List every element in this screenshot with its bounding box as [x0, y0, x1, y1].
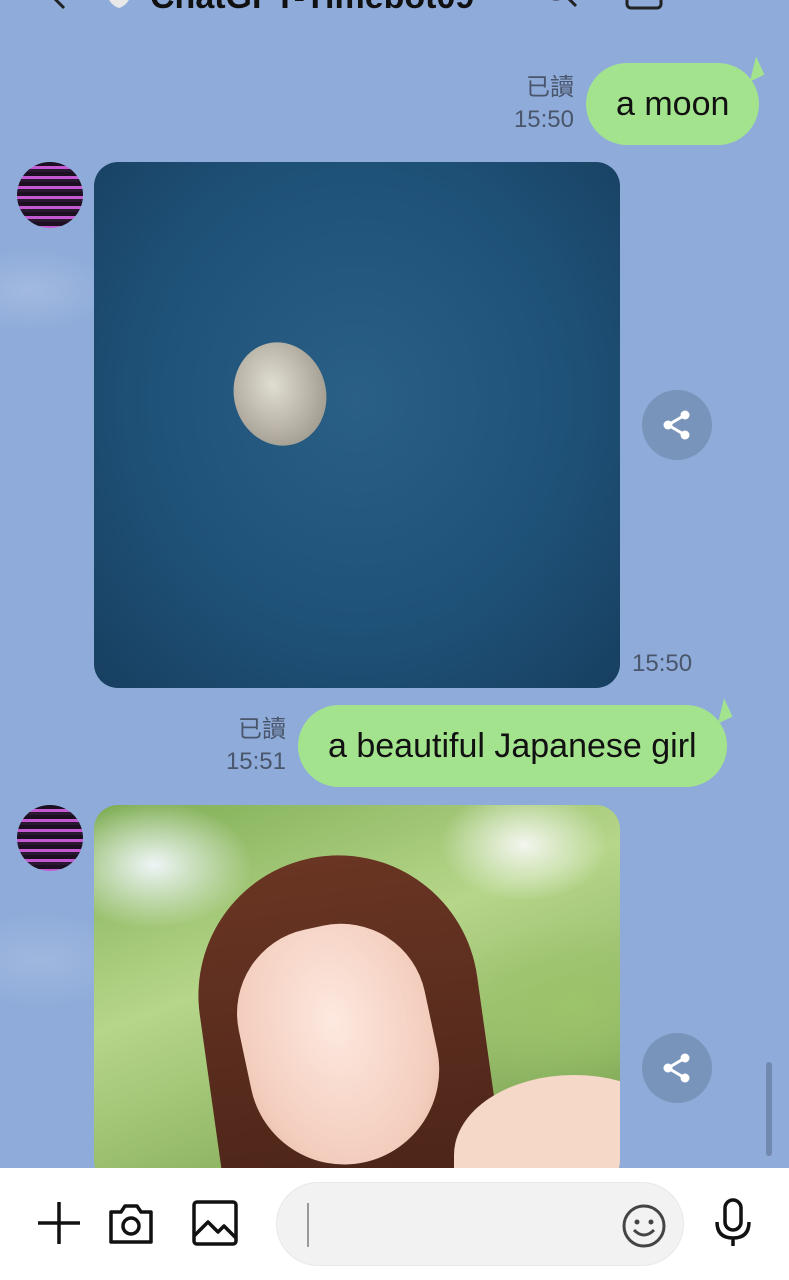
share-button[interactable] [642, 1033, 712, 1103]
message-input-bar [0, 1168, 789, 1280]
keep-icon[interactable] [624, 0, 664, 12]
outgoing-message-bubble[interactable]: a moon [586, 63, 760, 145]
chat-header: ChatGPT-Timebot09 [0, 0, 789, 16]
plus-icon[interactable] [34, 1198, 84, 1248]
message-time: 15:50 [513, 106, 574, 133]
chat-area[interactable]: ChatGPT-Timebot09 已讀 15:50 a moon 15:50 [0, 0, 789, 1168]
image-icon[interactable] [190, 1198, 240, 1248]
menu-icon[interactable] [708, 0, 748, 12]
read-label: 已讀 [238, 716, 286, 743]
bot-avatar[interactable] [17, 805, 83, 871]
back-icon[interactable] [44, 0, 72, 10]
outgoing-message-bubble[interactable]: a beautiful Japanese girl [298, 705, 727, 787]
moon-shape [222, 331, 338, 457]
text-caret [307, 1203, 309, 1247]
microphone-icon[interactable] [708, 1198, 758, 1248]
camera-icon[interactable] [106, 1198, 156, 1248]
chat-title: ChatGPT-Timebot09 [150, 0, 474, 17]
emoji-icon[interactable] [621, 1203, 667, 1249]
message-meta: 已讀 15:51 [212, 714, 286, 778]
message-input-field[interactable] [276, 1182, 684, 1267]
search-icon[interactable] [540, 0, 580, 12]
shield-icon [109, 0, 129, 8]
message-text: a beautiful Japanese girl [328, 727, 697, 765]
image-message-moon[interactable] [94, 162, 620, 688]
bot-avatar[interactable] [17, 162, 83, 228]
share-button[interactable] [642, 390, 712, 460]
share-icon [663, 1053, 690, 1083]
message-input[interactable] [311, 1183, 611, 1267]
scrollbar[interactable] [766, 1062, 772, 1156]
message-meta: 已讀 15:50 [500, 72, 574, 136]
message-time: 15:50 [632, 650, 693, 677]
image-message-portrait[interactable] [94, 805, 620, 1168]
read-label: 已讀 [526, 74, 574, 101]
message-text: a moon [616, 85, 730, 123]
share-icon [663, 410, 690, 440]
message-time: 15:51 [225, 748, 286, 775]
